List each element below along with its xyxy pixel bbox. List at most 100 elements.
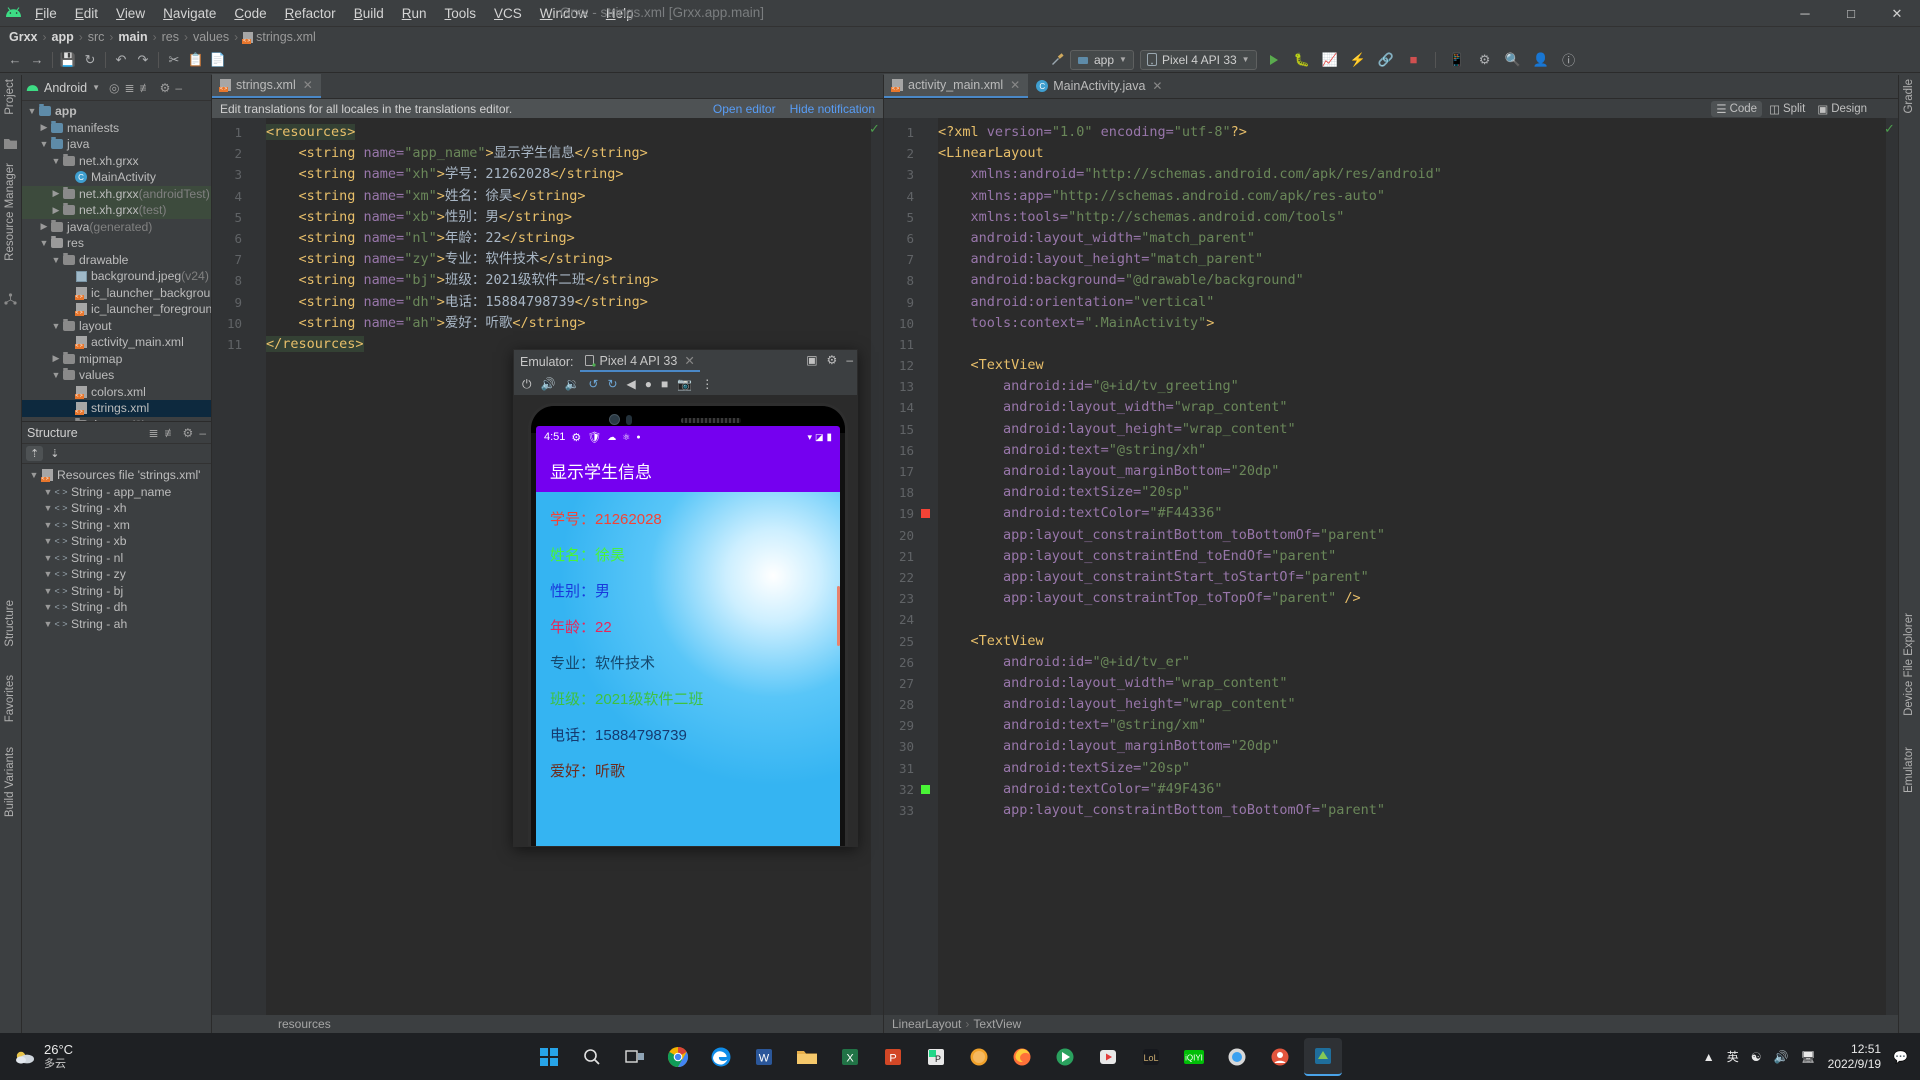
chevron-down-icon[interactable]: ▼ <box>42 503 54 513</box>
minimize-icon[interactable]: – <box>846 353 853 367</box>
right-code-line[interactable]: app:layout_constraintBottom_toBottomOf="… <box>938 525 1898 546</box>
breadcrumb-res[interactable]: res <box>159 30 182 44</box>
hide-panel-icon[interactable]: – <box>175 81 182 95</box>
menu-refactor[interactable]: Refactor <box>276 3 345 24</box>
tab-activity_main-xml[interactable]: activity_main.xml ✕ <box>884 74 1029 98</box>
gutter-marker[interactable] <box>918 164 938 185</box>
network-icon[interactable]: 🖥 <box>1800 1050 1815 1064</box>
gutter-marker[interactable] <box>918 376 938 397</box>
chrome-icon[interactable] <box>659 1038 697 1076</box>
chevron-down-icon[interactable]: ▼ <box>42 602 54 612</box>
right-code-text[interactable]: <?xml version="1.0" encoding="utf-8"?> <L… <box>938 118 1898 1015</box>
tree-node[interactable]: ▼ drawable <box>22 252 211 269</box>
gutter-marker[interactable] <box>918 186 938 207</box>
right-code-line[interactable]: <TextView <box>938 631 1898 652</box>
chevron-right-icon[interactable]: ▶ <box>50 353 62 364</box>
rotate-right-icon[interactable]: ↻ <box>607 377 617 391</box>
chevron-down-icon[interactable]: ▼ <box>42 569 54 579</box>
sync-icon[interactable]: ↻ <box>79 49 101 71</box>
right-code-line[interactable]: android:id="@+id/tv_er" <box>938 652 1898 673</box>
gutter-marker[interactable] <box>918 228 938 249</box>
left-fold-gutter[interactable] <box>246 118 266 1015</box>
structure-node[interactable]: ▼ < > String - nl <box>22 550 211 567</box>
back-icon[interactable]: ← <box>4 49 26 71</box>
expand-all-icon[interactable]: ≢ <box>165 426 177 440</box>
power-icon[interactable]: ⏻ <box>522 377 532 392</box>
tree-node-selected[interactable]: strings.xml <box>22 400 211 417</box>
right-code-line[interactable]: android:layout_height="wrap_content" <box>938 419 1898 440</box>
sort-type-icon[interactable]: ⇣ <box>46 446 63 461</box>
color-swatch-icon[interactable] <box>921 509 930 519</box>
tree-node[interactable]: ▼ net.xh.grxx <box>22 153 211 170</box>
chevron-down-icon[interactable]: ▼ <box>42 520 54 530</box>
menu-edit[interactable]: Edit <box>66 3 107 24</box>
pycharm-icon[interactable]: P <box>917 1038 955 1076</box>
right-code-line[interactable]: android:orientation="vertical" <box>938 292 1898 313</box>
gutter-marker[interactable] <box>246 228 266 249</box>
tool-strip-project[interactable]: Project <box>4 79 16 115</box>
paste-icon[interactable]: 📄 <box>207 49 229 71</box>
tool-strip-device-file-explorer[interactable]: Device File Explorer <box>1903 613 1915 716</box>
structure-tree[interactable]: ▼Resources file 'strings.xml'▼< >String … <box>22 464 211 1033</box>
gutter-marker[interactable] <box>918 313 938 334</box>
app-content[interactable]: 学号：21262028 姓名：徐昊 性别：男 年龄：22 专业：软件技术 班级：2021级… <box>536 492 840 846</box>
gutter-marker[interactable] <box>918 567 938 588</box>
locate-icon[interactable]: ◎ <box>109 81 119 95</box>
excel-icon[interactable]: X <box>831 1038 869 1076</box>
redo-icon[interactable]: ↷ <box>132 49 154 71</box>
menu-run[interactable]: Run <box>393 3 436 24</box>
menu-vcs[interactable]: VCS <box>485 3 531 24</box>
ime-icon[interactable]: 英 <box>1727 1048 1739 1065</box>
edge-icon[interactable] <box>702 1038 740 1076</box>
gutter-marker[interactable] <box>246 122 266 143</box>
more-icon[interactable]: ⋮ <box>701 377 713 391</box>
right-code-line[interactable]: android:layout_marginBottom="20dp" <box>938 736 1898 757</box>
gutter-marker[interactable] <box>918 292 938 313</box>
chat-icon[interactable] <box>1261 1038 1299 1076</box>
left-error-stripe[interactable]: ✓ <box>869 118 883 1015</box>
tool-strip-gradle[interactable]: Gradle <box>1903 79 1915 114</box>
project-tree[interactable]: ▼ app ▶ manifests ▼ java ▼ net.xh.grxx C MainActi… <box>22 101 211 421</box>
breadcrumb-strings-xml[interactable]: strings.xml <box>240 30 319 44</box>
chevron-down-icon[interactable]: ▼ <box>26 106 38 116</box>
tree-node[interactable]: ▶ java (generated) <box>22 219 211 236</box>
tree-node[interactable]: colors.xml <box>22 384 211 401</box>
chevron-down-icon[interactable]: ▼ <box>42 586 54 596</box>
gutter-marker[interactable] <box>918 334 938 355</box>
copy-icon[interactable]: 📋 <box>185 49 207 71</box>
gear-icon[interactable]: ⚙ <box>183 426 194 440</box>
left-code-line[interactable]: <string name="app_name">显示学生信息</string> <box>266 143 883 164</box>
volume-up-icon[interactable]: 🔊 <box>541 377 556 391</box>
right-code-line[interactable]: android:background="@drawable/background… <box>938 270 1898 291</box>
breadcrumb-app[interactable]: app <box>49 30 77 44</box>
left-code-line[interactable]: <string name="xb">性别：男</string> <box>266 207 883 228</box>
left-code-line[interactable]: <string name="bj">班级：2021级软件二班</string> <box>266 270 883 291</box>
left-code-line[interactable]: <resources> <box>266 122 883 143</box>
gutter-marker[interactable] <box>918 609 938 630</box>
gutter-marker[interactable] <box>918 715 938 736</box>
powerpoint-icon[interactable]: P <box>874 1038 912 1076</box>
firefox-icon[interactable] <box>1003 1038 1041 1076</box>
right-fold-gutter[interactable] <box>918 118 938 1015</box>
qq-icon[interactable] <box>960 1038 998 1076</box>
gutter-marker[interactable] <box>918 800 938 821</box>
right-code-line[interactable]: tools:context=".MainActivity"> <box>938 313 1898 334</box>
menu-tools[interactable]: Tools <box>436 3 486 24</box>
gutter-marker[interactable] <box>918 270 938 291</box>
save-all-icon[interactable]: 💾 <box>57 49 79 71</box>
chevron-right-icon[interactable]: ▶ <box>38 122 50 133</box>
close-icon[interactable]: ✕ <box>1152 79 1162 93</box>
forward-icon[interactable]: → <box>26 49 48 71</box>
gear-icon[interactable]: ⚙ <box>160 81 171 95</box>
tool-strip-build-variants[interactable]: Build Variants <box>4 747 16 817</box>
chevron-down-icon[interactable]: ▼ <box>38 238 50 248</box>
structure-node[interactable]: ▼ < > String - zy <box>22 566 211 583</box>
close-icon[interactable]: ✕ <box>303 78 313 92</box>
overview-icon[interactable]: ■ <box>661 377 668 391</box>
chevron-down-icon[interactable]: ▼ <box>38 139 50 149</box>
gutter-marker[interactable] <box>918 758 938 779</box>
chevron-right-icon[interactable]: ▶ <box>38 221 50 232</box>
debug-icon[interactable]: 🐛 <box>1291 49 1313 71</box>
menu-view[interactable]: View <box>107 3 154 24</box>
right-code-line[interactable]: android:layout_height="match_parent" <box>938 249 1898 270</box>
